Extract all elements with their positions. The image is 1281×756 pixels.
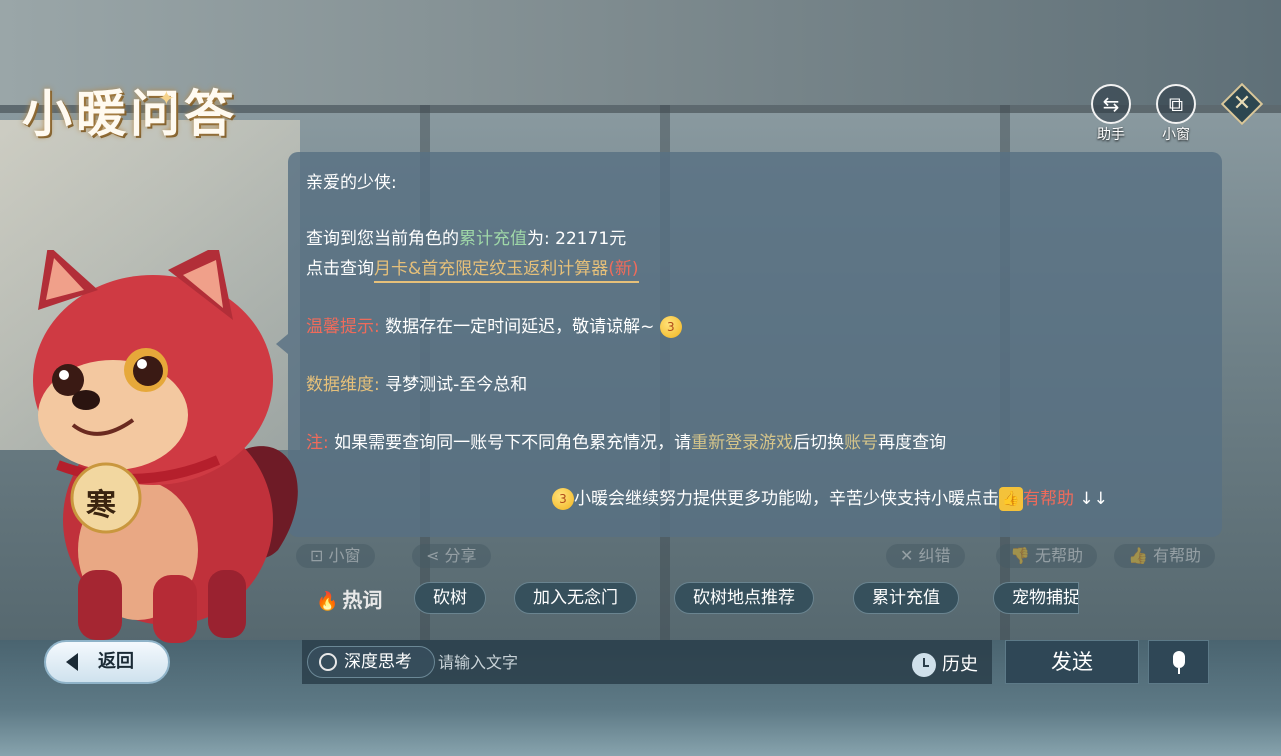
- hot-word-chip[interactable]: 砍树地点推荐: [674, 582, 814, 614]
- recharge-highlight: 累计充值: [459, 229, 527, 249]
- sparkle-icon: ✦: [158, 86, 175, 110]
- clock-icon: [912, 653, 936, 677]
- dimension-line: 数据维度: 寻梦测试-至今总和: [306, 370, 527, 395]
- helpful-action[interactable]: 👍 有帮助: [1114, 544, 1216, 568]
- assistant-label: 助手: [1097, 127, 1125, 143]
- mini-window-label: 小窗: [1162, 127, 1190, 143]
- close-icon: ✕: [1232, 91, 1252, 116]
- swap-arrows-icon: ⇆: [1091, 84, 1131, 124]
- note-text-3: 再度查询: [878, 433, 947, 453]
- kiss-emoji-icon: 3: [659, 316, 682, 338]
- send-button[interactable]: 发送: [1005, 640, 1139, 684]
- greeting: 亲爱的少侠:: [306, 173, 397, 193]
- hot-words-label: 🔥 热词: [316, 584, 382, 613]
- calculator-line: 点击查询月卡&首充限定纹玉返利计算器(新): [306, 254, 639, 283]
- tip-line: 温馨提示: 数据存在一定时间延迟，敬请谅解~ 3: [306, 312, 682, 338]
- share-action[interactable]: ⋖ 分享: [412, 544, 491, 568]
- correct-action-label: 纠错: [918, 546, 951, 565]
- mini-window-button[interactable]: ⧉ 小窗: [1154, 84, 1198, 144]
- back-button[interactable]: 返回: [44, 640, 170, 684]
- hot-word-chip[interactable]: 加入无念门: [514, 582, 637, 614]
- mascot-tag-text: 寒: [86, 488, 116, 523]
- microphone-icon: [1173, 651, 1185, 668]
- hot-word-chip[interactable]: 砍树: [414, 582, 486, 614]
- note-text-1: 如果需要查询同一账号下不同角色累充情况，请: [334, 433, 692, 453]
- assistant-button[interactable]: ⇆ 助手: [1089, 84, 1133, 144]
- relogin-highlight: 重新登录游戏: [691, 433, 794, 453]
- microphone-stand: [1178, 668, 1180, 674]
- closing-line: 3 小暖会继续努力提供更多功能呦，辛苦少侠支持小暖点击 👍 有帮助 ↓↓: [552, 484, 1108, 511]
- share-action-label: 分享: [444, 546, 477, 565]
- mini-window-action-label: 小窗: [328, 546, 361, 565]
- back-button-label: 返回: [98, 651, 134, 672]
- thumbs-up-icon: 👍: [999, 487, 1023, 511]
- back-arrow-icon: [66, 653, 78, 671]
- correct-action[interactable]: ✕ 纠错: [886, 544, 965, 568]
- recharge-prefix: 查询到您当前角色的: [306, 229, 459, 249]
- message-input[interactable]: [438, 648, 898, 676]
- note-line: 注: 如果需要查询同一账号下不同角色累充情况，请重新登录游戏后切换账号再度查询: [306, 428, 946, 453]
- close-button[interactable]: ✕: [1220, 82, 1264, 126]
- hot-word-chip[interactable]: 宠物捕捉: [993, 582, 1079, 614]
- recharge-line: 查询到您当前角色的累计充值为: 22171元: [306, 224, 626, 249]
- history-button[interactable]: 历史: [912, 650, 978, 677]
- calculator-link-text: 月卡&首充限定纹玉返利计算器: [374, 259, 609, 279]
- hot-word-chip[interactable]: 累计充值: [853, 582, 959, 614]
- hot-words-text: 热词: [342, 588, 383, 612]
- recharge-amount: 为: 22171元: [527, 229, 627, 249]
- radio-icon: [319, 653, 337, 671]
- not-helpful-action-label: 无帮助: [1035, 546, 1084, 565]
- note-text-2: 后切换: [793, 433, 845, 453]
- deep-think-label: 深度思考: [344, 652, 412, 672]
- kiss-emoji-icon: 3: [552, 488, 574, 510]
- fire-icon: 🔥: [316, 591, 339, 612]
- page-title: 小暖问答: [22, 84, 238, 143]
- closing-text: 小暖会继续努力提供更多功能呦，辛苦少侠支持小暖点击: [574, 489, 999, 509]
- closing-helpful: 有帮助: [1023, 489, 1074, 509]
- calculator-new-badge: (新): [608, 259, 639, 279]
- not-helpful-action[interactable]: 👎 无帮助: [996, 544, 1098, 568]
- tip-text: 数据存在一定时间延迟，敬请谅解~: [385, 317, 655, 337]
- mini-window-icon: ⧉: [1156, 84, 1196, 124]
- shiba-mascot-image: [33, 250, 298, 643]
- voice-input-button[interactable]: [1148, 640, 1209, 684]
- deep-think-toggle[interactable]: 深度思考: [307, 646, 435, 678]
- dimension-text: 寻梦测试-至今总和: [385, 375, 528, 395]
- down-arrows: ↓↓: [1079, 489, 1108, 509]
- history-label: 历史: [942, 654, 978, 675]
- helpful-action-label: 有帮助: [1153, 546, 1202, 565]
- calculator-link[interactable]: 月卡&首充限定纹玉返利计算器(新): [374, 259, 639, 283]
- account-highlight: 账号: [844, 433, 879, 453]
- answer-bubble: 亲爱的少侠: 查询到您当前角色的累计充值为: 22171元 点击查询月卡&首充限…: [288, 152, 1222, 537]
